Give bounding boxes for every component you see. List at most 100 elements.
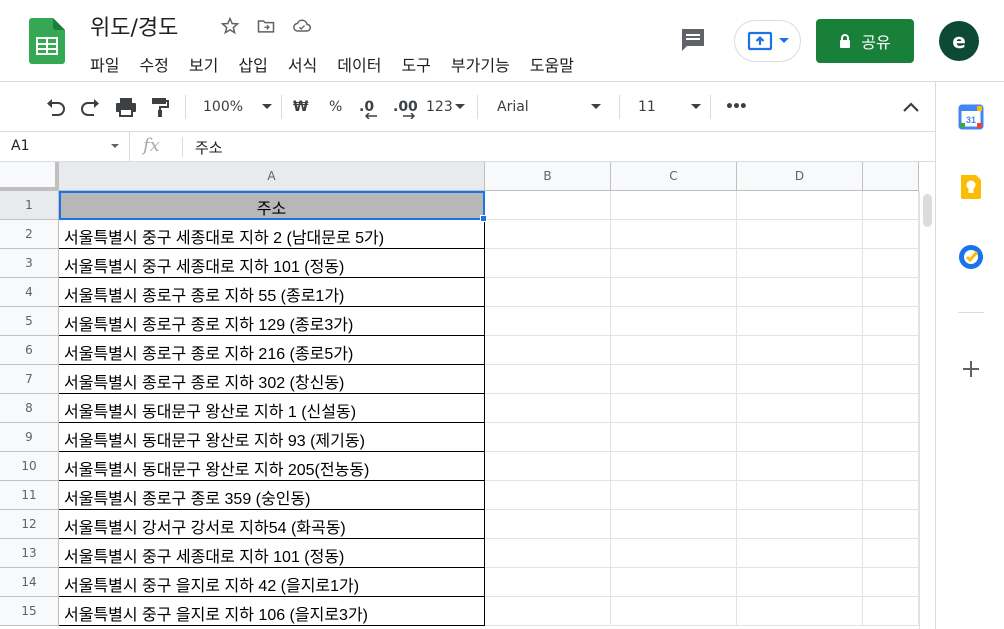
table-cell[interactable]: 서울특별시 종로구 종로 지하 55 (종로1가)	[59, 278, 485, 307]
scrollbar-thumb[interactable]	[923, 194, 932, 227]
row-header[interactable]: 6	[0, 336, 59, 365]
column-header-b[interactable]: B	[485, 162, 611, 191]
table-cell[interactable]: 서울특별시 종로구 종로 지하 129 (종로3가)	[59, 307, 485, 336]
cloud-status-icon[interactable]	[291, 15, 313, 37]
row-header[interactable]: 4	[0, 278, 59, 307]
row-header[interactable]: 2	[0, 220, 59, 249]
empty-cell[interactable]	[485, 336, 611, 365]
add-icon[interactable]	[958, 356, 984, 382]
empty-cell[interactable]	[737, 307, 863, 336]
select-all-corner[interactable]	[0, 162, 59, 191]
fill-handle[interactable]	[480, 215, 487, 222]
calendar-icon[interactable]: 31	[958, 104, 984, 130]
empty-cell[interactable]	[485, 365, 611, 394]
menu-format[interactable]: 서식	[288, 50, 317, 78]
empty-cell[interactable]	[737, 568, 863, 597]
menu-tools[interactable]: 도구	[401, 50, 430, 78]
empty-cell[interactable]	[611, 539, 737, 568]
font-size-select[interactable]: 11	[638, 95, 701, 119]
avatar[interactable]: e	[939, 21, 979, 61]
empty-cell[interactable]	[863, 394, 919, 423]
row-header[interactable]: 3	[0, 249, 59, 278]
table-cell[interactable]: 서울특별시 종로구 종로 359 (숭인동)	[59, 481, 485, 510]
empty-cell[interactable]	[611, 394, 737, 423]
empty-cell[interactable]	[485, 510, 611, 539]
empty-cell[interactable]	[611, 597, 737, 626]
empty-cell[interactable]	[863, 191, 919, 220]
row-header[interactable]: 5	[0, 307, 59, 336]
formula-input[interactable]: 주소	[195, 137, 223, 158]
menu-edit[interactable]: 수정	[139, 50, 168, 78]
menu-help[interactable]: 도움말	[530, 50, 574, 78]
empty-cell[interactable]	[485, 191, 611, 220]
table-cell[interactable]: 서울특별시 동대문구 왕산로 지하 93 (제기동)	[59, 423, 485, 452]
empty-cell[interactable]	[863, 452, 919, 481]
undo-icon[interactable]	[44, 95, 66, 119]
menu-data[interactable]: 데이터	[337, 50, 381, 78]
empty-cell[interactable]	[863, 220, 919, 249]
empty-cell[interactable]	[737, 510, 863, 539]
row-header[interactable]: 8	[0, 394, 59, 423]
empty-cell[interactable]	[611, 510, 737, 539]
header-cell[interactable]: 주소	[59, 191, 485, 220]
empty-cell[interactable]	[611, 278, 737, 307]
row-header[interactable]: 10	[0, 452, 59, 481]
empty-cell[interactable]	[611, 568, 737, 597]
row-header[interactable]: 11	[0, 481, 59, 510]
table-cell[interactable]: 서울특별시 중구 을지로 지하 106 (을지로3가)	[59, 597, 485, 626]
empty-cell[interactable]	[485, 249, 611, 278]
name-box[interactable]: A1	[0, 132, 130, 161]
empty-cell[interactable]	[485, 423, 611, 452]
table-cell[interactable]: 서울특별시 중구 세종대로 지하 2 (남대문로 5가)	[59, 220, 485, 249]
empty-cell[interactable]	[737, 597, 863, 626]
empty-cell[interactable]	[737, 336, 863, 365]
empty-cell[interactable]	[737, 220, 863, 249]
empty-cell[interactable]	[485, 568, 611, 597]
empty-cell[interactable]	[863, 278, 919, 307]
present-button[interactable]	[734, 20, 801, 62]
column-header-d[interactable]: D	[737, 162, 863, 191]
share-button[interactable]: 공유	[816, 19, 914, 63]
empty-cell[interactable]	[863, 568, 919, 597]
empty-cell[interactable]	[611, 423, 737, 452]
sheets-logo-icon[interactable]	[29, 18, 65, 64]
empty-cell[interactable]	[611, 365, 737, 394]
table-cell[interactable]: 서울특별시 종로구 종로 지하 302 (창신동)	[59, 365, 485, 394]
tasks-icon[interactable]	[958, 244, 984, 270]
empty-cell[interactable]	[737, 539, 863, 568]
keep-icon[interactable]	[958, 174, 984, 200]
empty-cell[interactable]	[737, 423, 863, 452]
empty-cell[interactable]	[485, 597, 611, 626]
empty-cell[interactable]	[737, 278, 863, 307]
empty-cell[interactable]	[737, 481, 863, 510]
table-cell[interactable]: 서울특별시 중구 세종대로 지하 101 (정동)	[59, 539, 485, 568]
empty-cell[interactable]	[863, 481, 919, 510]
collapse-menus-icon[interactable]	[903, 95, 919, 119]
row-header[interactable]: 13	[0, 539, 59, 568]
empty-cell[interactable]	[611, 452, 737, 481]
print-icon[interactable]	[115, 95, 137, 119]
empty-cell[interactable]	[863, 597, 919, 626]
empty-cell[interactable]	[611, 336, 737, 365]
comment-icon[interactable]	[679, 27, 707, 53]
row-header[interactable]: 14	[0, 568, 59, 597]
menu-view[interactable]: 보기	[189, 50, 218, 78]
column-header-a[interactable]: A	[59, 162, 485, 191]
star-icon[interactable]	[219, 15, 241, 37]
empty-cell[interactable]	[737, 191, 863, 220]
empty-cell[interactable]	[485, 481, 611, 510]
row-header[interactable]: 15	[0, 597, 59, 626]
row-header[interactable]: 12	[0, 510, 59, 539]
table-cell[interactable]: 서울특별시 중구 을지로 지하 42 (을지로1가)	[59, 568, 485, 597]
empty-cell[interactable]	[737, 452, 863, 481]
empty-cell[interactable]	[611, 191, 737, 220]
table-cell[interactable]: 서울특별시 동대문구 왕산로 지하 1 (신설동)	[59, 394, 485, 423]
decrease-decimal-button[interactable]: .0	[359, 95, 377, 119]
row-header[interactable]: 1	[0, 191, 59, 220]
empty-cell[interactable]	[863, 307, 919, 336]
empty-cell[interactable]	[863, 336, 919, 365]
empty-cell[interactable]	[863, 510, 919, 539]
font-select[interactable]: Arial	[497, 95, 601, 119]
empty-cell[interactable]	[863, 365, 919, 394]
empty-cell[interactable]	[485, 394, 611, 423]
